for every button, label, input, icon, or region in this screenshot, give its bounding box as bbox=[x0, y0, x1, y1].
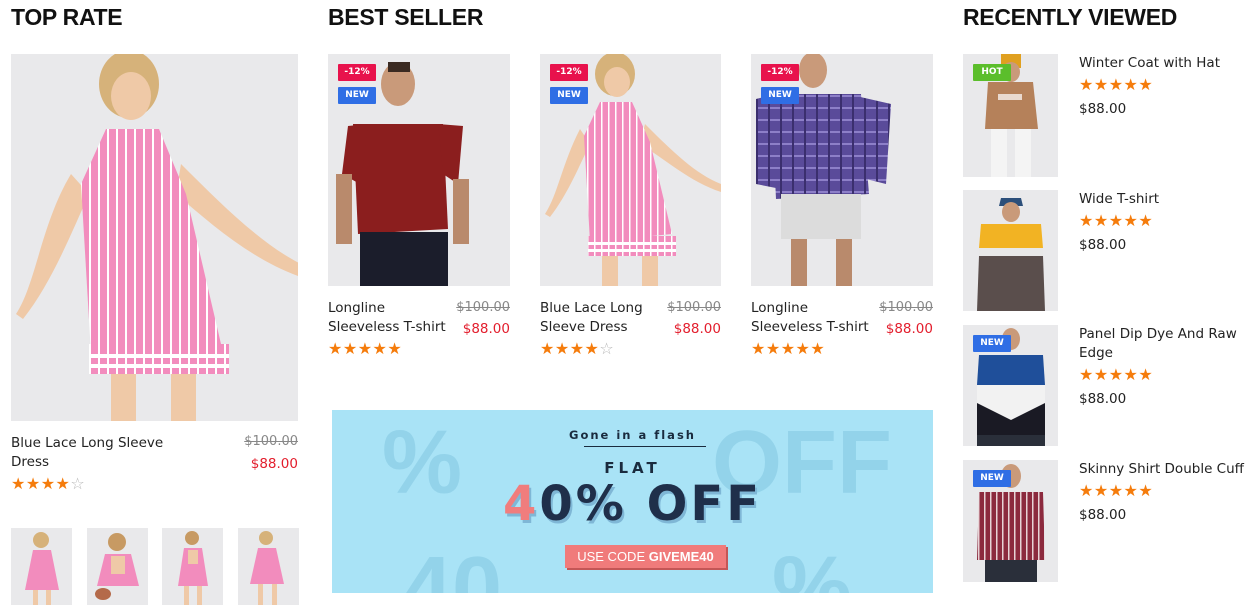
dress-thumb-side bbox=[162, 528, 223, 605]
banner-discount: 40% OFF bbox=[332, 476, 933, 532]
top-rate-old-price: $100.00 bbox=[244, 434, 298, 449]
banner-discount-digit: 4 bbox=[503, 476, 540, 532]
best-seller-old-price: $100.00 bbox=[456, 300, 510, 315]
banner-flat-label: FLAT bbox=[604, 459, 661, 477]
dress-thumb-front bbox=[11, 528, 72, 605]
top-rate-price: $88.00 bbox=[250, 456, 298, 472]
recently-viewed-rating: ★★★★★ bbox=[1079, 481, 1154, 500]
sale-badge: -12% bbox=[338, 64, 376, 81]
best-seller-product-name[interactable]: Blue Lace Long Sleeve Dress bbox=[540, 299, 655, 337]
banner-bg-40: 40 bbox=[402, 539, 503, 593]
best-seller-old-price: $100.00 bbox=[667, 300, 721, 315]
recently-viewed-image[interactable]: HOT bbox=[963, 54, 1058, 177]
new-badge: NEW bbox=[338, 87, 376, 104]
best-seller-product-image[interactable]: -12% NEW bbox=[328, 54, 510, 286]
recently-viewed-name[interactable]: Panel Dip Dye And Raw Edge bbox=[1079, 325, 1249, 363]
banner-discount-rest: 0% OFF bbox=[539, 476, 762, 532]
recently-viewed-price: $88.00 bbox=[1079, 507, 1127, 523]
best-seller-rating: ★★★★★ bbox=[328, 339, 403, 358]
banner-bg-percent-2: % bbox=[772, 539, 853, 593]
recently-viewed-rating: ★★★★★ bbox=[1079, 365, 1154, 384]
dress-photo bbox=[11, 54, 298, 421]
banner-tagline: Gone in a flash bbox=[569, 428, 696, 442]
recently-viewed-image[interactable] bbox=[963, 190, 1058, 311]
recently-viewed-name[interactable]: Winter Coat with Hat bbox=[1079, 54, 1249, 73]
recently-viewed-price: $88.00 bbox=[1079, 391, 1127, 407]
section-title-best-seller: BEST SELLER bbox=[328, 4, 484, 30]
gallery-thumbnail[interactable] bbox=[238, 528, 299, 605]
sale-badge: -12% bbox=[761, 64, 799, 81]
promo-code-prefix: USE CODE bbox=[577, 549, 649, 564]
promo-code-button[interactable]: USE CODE GIVEME40 bbox=[565, 545, 726, 568]
new-badge: NEW bbox=[973, 470, 1011, 487]
recently-viewed-price: $88.00 bbox=[1079, 101, 1127, 117]
top-rate-rating: ★★★★☆ bbox=[11, 474, 86, 493]
section-title-recently-viewed: RECENTLY VIEWED bbox=[963, 4, 1178, 30]
best-seller-price: $88.00 bbox=[885, 321, 933, 337]
top-rate-product-name[interactable]: Blue Lace Long Sleeve Dress bbox=[11, 434, 181, 472]
new-badge: NEW bbox=[550, 87, 588, 104]
gallery-thumbnail[interactable] bbox=[162, 528, 223, 605]
recently-viewed-name[interactable]: Skinny Shirt Double Cuff bbox=[1079, 460, 1249, 479]
new-badge: NEW bbox=[761, 87, 799, 104]
sale-badge: -12% bbox=[550, 64, 588, 81]
best-seller-old-price: $100.00 bbox=[879, 300, 933, 315]
promo-banner[interactable]: % OFF 40 % Gone in a flash FLAT 40% OFF … bbox=[332, 410, 933, 593]
recently-viewed-rating: ★★★★★ bbox=[1079, 211, 1154, 230]
dress-thumb-walk bbox=[238, 528, 299, 605]
recently-viewed-price: $88.00 bbox=[1079, 237, 1127, 253]
gallery-thumbnail[interactable] bbox=[11, 528, 72, 605]
section-title-top-rate: TOP RATE bbox=[11, 4, 123, 30]
gallery-thumbnail[interactable] bbox=[87, 528, 148, 605]
best-seller-price: $88.00 bbox=[462, 321, 510, 337]
recently-viewed-rating: ★★★★★ bbox=[1079, 75, 1154, 94]
best-seller-product-image[interactable]: -12% NEW bbox=[751, 54, 933, 286]
recently-viewed-name[interactable]: Wide T-shirt bbox=[1079, 190, 1249, 209]
dress-thumb-back bbox=[87, 528, 148, 605]
recently-viewed-image[interactable]: NEW bbox=[963, 325, 1058, 446]
top-rate-product-image[interactable] bbox=[11, 54, 298, 421]
hot-badge: HOT bbox=[973, 64, 1011, 81]
best-seller-price: $88.00 bbox=[673, 321, 721, 337]
best-seller-product-image[interactable]: -12% NEW bbox=[540, 54, 721, 286]
best-seller-rating: ★★★★☆ bbox=[540, 339, 615, 358]
man-striped-tshirt-photo bbox=[963, 190, 1058, 311]
banner-divider bbox=[584, 446, 706, 447]
promo-code-value: GIVEME40 bbox=[648, 549, 714, 564]
new-badge: NEW bbox=[973, 335, 1011, 352]
best-seller-rating: ★★★★★ bbox=[751, 339, 826, 358]
recently-viewed-image[interactable]: NEW bbox=[963, 460, 1058, 582]
